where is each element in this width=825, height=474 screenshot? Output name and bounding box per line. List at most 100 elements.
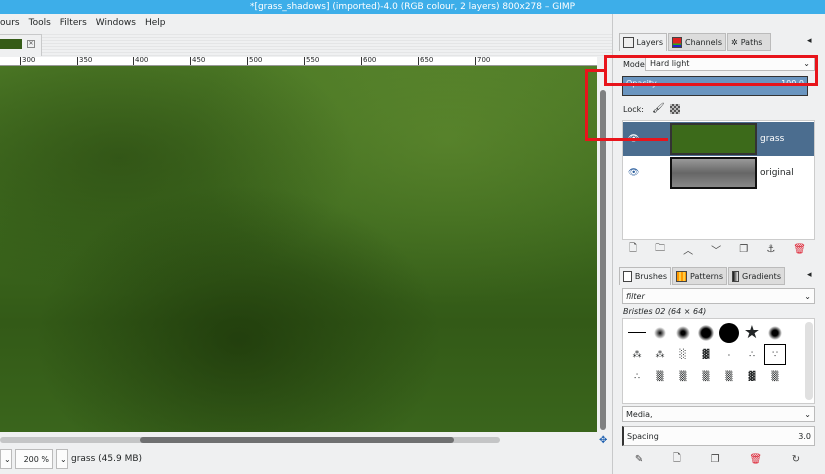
menu-tools[interactable]: Tools: [29, 18, 51, 28]
brush-tag-dropdown[interactable]: Media, ⌄: [622, 406, 815, 422]
brush-item[interactable]: ▒: [649, 366, 671, 387]
annotation-highlight-mode: [604, 55, 818, 86]
menu-windows[interactable]: Windows: [96, 18, 136, 28]
brush-item[interactable]: ∴: [626, 366, 648, 387]
lock-label: Lock:: [623, 105, 644, 114]
brush-item[interactable]: ∴: [741, 344, 763, 365]
brush-scrollbar[interactable]: [805, 322, 813, 400]
refresh-icon[interactable]: ↻: [792, 454, 800, 465]
brush-item[interactable]: ▒: [695, 366, 717, 387]
spacing-value: 3.0: [798, 431, 811, 441]
delete-brush-icon[interactable]: 🗑: [749, 454, 762, 465]
lower-layer-icon[interactable]: ﹀: [711, 242, 721, 257]
tag-value: Media,: [626, 409, 653, 419]
close-tab-icon[interactable]: ✕: [27, 40, 35, 48]
menu-help[interactable]: Help: [145, 18, 166, 28]
ruler-tick: 700: [475, 57, 491, 65]
menu-filters[interactable]: Filters: [60, 18, 87, 28]
spacing-slider[interactable]: Spacing 3.0: [622, 426, 815, 446]
brush-item[interactable]: [764, 322, 786, 343]
image-tab-strip: [0, 32, 612, 57]
tab-brushes[interactable]: Brushes: [619, 267, 671, 285]
duplicate-brush-icon[interactable]: ❐: [711, 454, 720, 465]
brush-item[interactable]: ▒: [764, 366, 786, 387]
ruler-tick: 300: [20, 57, 36, 65]
brush-item[interactable]: [626, 322, 648, 343]
layer-row-original[interactable]: 👁 original: [623, 156, 814, 190]
tab-label: Brushes: [634, 272, 667, 281]
tab-gradients[interactable]: Gradients: [728, 267, 785, 285]
ruler-tick: 650: [418, 57, 434, 65]
navigate-icon[interactable]: ✥: [599, 435, 607, 446]
delete-layer-icon[interactable]: 🗑: [793, 244, 806, 255]
dock-menu-icon[interactable]: ◂: [807, 36, 812, 46]
brush-item[interactable]: ⁂: [626, 344, 648, 365]
brush-item-selected[interactable]: ∵: [764, 344, 786, 365]
new-layer-icon[interactable]: 🗋: [629, 241, 637, 258]
spacing-label: Spacing: [627, 431, 659, 441]
filter-placeholder: filter: [626, 291, 645, 301]
duplicate-layer-icon[interactable]: ❐: [739, 244, 748, 255]
layer-thumbnail: [670, 157, 757, 189]
tab-patterns[interactable]: Patterns: [672, 267, 727, 285]
layers-toolbar: 🗋 🗀 ︿ ﹀ ❐ ⚓ 🗑: [620, 241, 815, 258]
brush-item[interactable]: [718, 322, 740, 343]
brush-item[interactable]: ▓: [695, 344, 717, 365]
lock-paint-icon[interactable]: 🖌: [652, 103, 665, 114]
brush-item[interactable]: ⁂: [649, 344, 671, 365]
horizontal-scroll-thumb[interactable]: [140, 437, 454, 443]
channels-icon: [672, 36, 682, 48]
raise-layer-icon[interactable]: ︿: [683, 242, 693, 257]
tab-label: Channels: [684, 37, 722, 47]
brush-filter-input[interactable]: filter ⌄: [622, 288, 815, 304]
patterns-icon: [676, 270, 688, 282]
tab-label: Layers: [636, 38, 663, 47]
menu-bar: ours Tools Filters Windows Help: [0, 14, 612, 32]
brush-item[interactable]: ▒: [672, 366, 694, 387]
brush-grid[interactable]: ★ ⁂ ⁂ ░ ▓ ⸱ ∴ ∵ ∴ ▒ ▒ ▒ ▒ ▓ ▒: [622, 318, 815, 404]
eye-icon[interactable]: 👁: [628, 168, 639, 178]
tab-channels[interactable]: Channels: [668, 33, 726, 51]
brush-item[interactable]: [649, 322, 671, 343]
brush-item[interactable]: ⸱: [718, 344, 740, 365]
tab-label: Patterns: [690, 271, 723, 281]
brush-item[interactable]: ▓: [741, 366, 763, 387]
window-title: *[grass_shadows] (imported)-4.0 (RGB col…: [0, 0, 825, 14]
ruler-tick: 400: [133, 57, 149, 65]
image-canvas[interactable]: [0, 66, 597, 432]
ruler-tick: 500: [247, 57, 263, 65]
unit-dropdown[interactable]: ⌄: [0, 449, 12, 469]
ruler-tick: 550: [304, 57, 320, 65]
annotation-line: [600, 138, 668, 141]
dock-menu-icon[interactable]: ◂: [807, 270, 812, 280]
layers-icon: [623, 37, 634, 48]
ruler-tick: 350: [77, 57, 93, 65]
brush-item[interactable]: [695, 322, 717, 343]
tab-layers[interactable]: Layers: [619, 33, 667, 51]
tab-label: Paths: [740, 37, 763, 47]
status-bar: ⌄ 200 % ⌄ grass (45.9 MB): [0, 447, 612, 471]
zoom-dropdown[interactable]: ⌄: [56, 449, 68, 469]
brush-item[interactable]: [672, 322, 694, 343]
vertical-scroll-thumb[interactable]: [600, 90, 606, 430]
menu-colours[interactable]: ours: [0, 18, 20, 28]
selected-brush-name: Bristles 02 (64 × 64): [623, 307, 707, 316]
edit-brush-icon[interactable]: ✎: [635, 454, 643, 465]
zoom-field[interactable]: 200 %: [15, 449, 53, 469]
brush-item[interactable]: ▒: [718, 366, 740, 387]
brushes-icon: [623, 271, 632, 282]
horizontal-ruler: 300 350 400 450 500 550 600 650 700: [0, 57, 597, 66]
brushes-toolbar: ✎ 🗋 ❐ 🗑 ↻: [620, 452, 815, 466]
new-brush-icon[interactable]: 🗋: [673, 451, 681, 468]
layer-thumbnail: [670, 123, 757, 155]
paths-icon: ✲: [731, 37, 738, 47]
brush-item[interactable]: ★: [741, 322, 763, 343]
tab-paths[interactable]: ✲ Paths: [727, 33, 771, 51]
anchor-icon[interactable]: ⚓: [766, 244, 775, 255]
chevron-down-icon: ⌄: [804, 409, 811, 419]
new-group-icon[interactable]: 🗀: [655, 241, 665, 258]
chevron-down-icon: ⌄: [804, 291, 811, 301]
ruler-tick: 450: [190, 57, 206, 65]
lock-alpha-icon[interactable]: [670, 104, 680, 114]
brush-item[interactable]: ░: [672, 344, 694, 365]
